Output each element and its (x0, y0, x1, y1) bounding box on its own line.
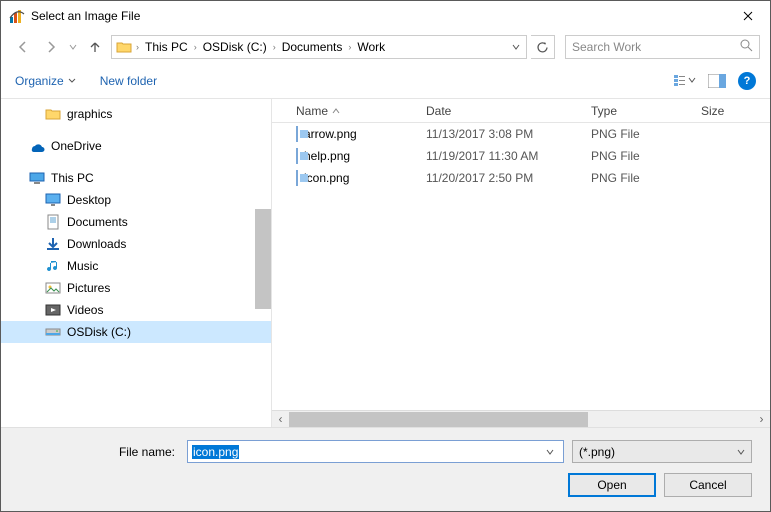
tree-label: graphics (67, 107, 112, 121)
videos-icon (45, 302, 61, 318)
tree-label: Pictures (67, 281, 110, 295)
navigation-pane[interactable]: graphics OneDrive This PC Desktop Documents D… (1, 99, 271, 427)
search-placeholder: Search Work (572, 40, 740, 54)
pictures-icon (45, 280, 61, 296)
file-row[interactable]: help.png11/19/2017 11:30 AMPNG File (296, 145, 770, 167)
thispc-icon (29, 170, 45, 186)
chevron-down-icon (68, 77, 76, 85)
filename-value: icon.png (192, 445, 239, 459)
window-title: Select an Image File (31, 9, 140, 23)
main-area: graphics OneDrive This PC Desktop Documents D… (1, 99, 770, 427)
chevron-right-icon[interactable]: › (271, 42, 278, 52)
png-file-icon (296, 126, 298, 142)
column-type[interactable]: Type (591, 104, 701, 118)
sidebar-item-pictures[interactable]: Pictures (1, 277, 271, 299)
breadcrumb-segment[interactable]: OSDisk (C:) (199, 40, 271, 54)
close-button[interactable] (725, 1, 770, 31)
chevron-right-icon[interactable]: › (192, 42, 199, 52)
folder-icon (45, 106, 61, 122)
file-list[interactable]: arrow.png11/13/2017 3:08 PMPNG Filehelp.… (272, 123, 770, 410)
preview-pane-toggle[interactable] (706, 70, 728, 92)
png-file-icon (296, 170, 298, 186)
tree-label: Videos (67, 303, 103, 317)
chevron-right-icon[interactable]: › (346, 42, 353, 52)
folder-icon (114, 39, 134, 55)
sidebar-item-osdisk-c-[interactable]: OSDisk (C:) (1, 321, 271, 343)
address-dropdown[interactable] (506, 43, 524, 51)
forward-button[interactable] (39, 35, 63, 59)
search-input[interactable]: Search Work (565, 35, 760, 59)
breadcrumb-segment[interactable]: Work (353, 40, 389, 54)
sidebar-item-graphics[interactable]: graphics (1, 103, 271, 125)
refresh-button[interactable] (531, 35, 555, 59)
help-button[interactable]: ? (738, 72, 756, 90)
file-list-area: Name Date Type Size arrow.png11/13/2017 … (271, 99, 770, 427)
tree-label: OneDrive (51, 139, 102, 153)
sidebar-item-documents[interactable]: Documents (1, 211, 271, 233)
column-size[interactable]: Size (701, 104, 770, 118)
column-date[interactable]: Date (426, 104, 591, 118)
tree-label: This PC (51, 171, 94, 185)
chevron-down-icon (737, 445, 745, 459)
tree-label: Desktop (67, 193, 111, 207)
file-row[interactable]: icon.png11/20/2017 2:50 PMPNG File (296, 167, 770, 189)
new-folder-button[interactable]: New folder (100, 74, 157, 88)
search-icon (740, 39, 753, 55)
onedrive-icon (29, 138, 45, 154)
sidebar-item-desktop[interactable]: Desktop (1, 189, 271, 211)
open-button[interactable]: Open (568, 473, 656, 497)
sidebar-item-downloads[interactable]: Downloads (1, 233, 271, 255)
scrollbar-thumb[interactable] (255, 209, 271, 309)
sidebar-item-onedrive[interactable]: OneDrive (1, 135, 271, 157)
filename-text[interactable] (239, 445, 541, 459)
sort-asc-icon (332, 107, 340, 115)
filename-input[interactable]: icon.png (187, 440, 564, 463)
disk-icon (45, 324, 61, 340)
view-options[interactable] (674, 70, 696, 92)
column-name[interactable]: Name (296, 104, 328, 118)
tree-label: Music (67, 259, 98, 273)
tree-label: Documents (67, 215, 128, 229)
filter-value: (*.png) (579, 445, 737, 459)
address-bar[interactable]: › This PC › OSDisk (C:) › Documents › Wo… (111, 35, 527, 59)
documents-icon (45, 214, 61, 230)
footer: File name: icon.png (*.png) Open Cancel (1, 427, 770, 511)
toolbar: Organize New folder ? (1, 63, 770, 99)
desktop-icon (45, 192, 61, 208)
back-button[interactable] (11, 35, 35, 59)
recent-dropdown[interactable] (67, 35, 79, 59)
sidebar-item-videos[interactable]: Videos (1, 299, 271, 321)
downloads-icon (45, 236, 61, 252)
nav-row: › This PC › OSDisk (C:) › Documents › Wo… (1, 31, 770, 63)
music-icon (45, 258, 61, 274)
tree-label: Downloads (67, 237, 126, 251)
scrollbar-thumb[interactable] (289, 412, 588, 427)
file-row[interactable]: arrow.png11/13/2017 3:08 PMPNG File (296, 123, 770, 145)
tree-label: OSDisk (C:) (67, 325, 131, 339)
horizontal-scrollbar[interactable]: ‹ › (272, 410, 770, 427)
sidebar-item-this-pc[interactable]: This PC (1, 167, 271, 189)
up-button[interactable] (83, 35, 107, 59)
filename-label: File name: (19, 445, 179, 459)
chevron-right-icon[interactable]: › (134, 42, 141, 52)
scroll-right-button[interactable]: › (753, 411, 770, 428)
titlebar: Select an Image File (1, 1, 770, 31)
cancel-button[interactable]: Cancel (664, 473, 752, 497)
scroll-left-button[interactable]: ‹ (272, 411, 289, 428)
png-file-icon (296, 148, 298, 164)
app-icon (9, 8, 25, 24)
file-type-filter[interactable]: (*.png) (572, 440, 752, 463)
sidebar-item-music[interactable]: Music (1, 255, 271, 277)
column-headers[interactable]: Name Date Type Size (272, 99, 770, 123)
filename-dropdown[interactable] (541, 445, 559, 459)
breadcrumb-segment[interactable]: This PC (141, 40, 192, 54)
organize-menu[interactable]: Organize (15, 74, 76, 88)
breadcrumb-segment[interactable]: Documents (278, 40, 347, 54)
